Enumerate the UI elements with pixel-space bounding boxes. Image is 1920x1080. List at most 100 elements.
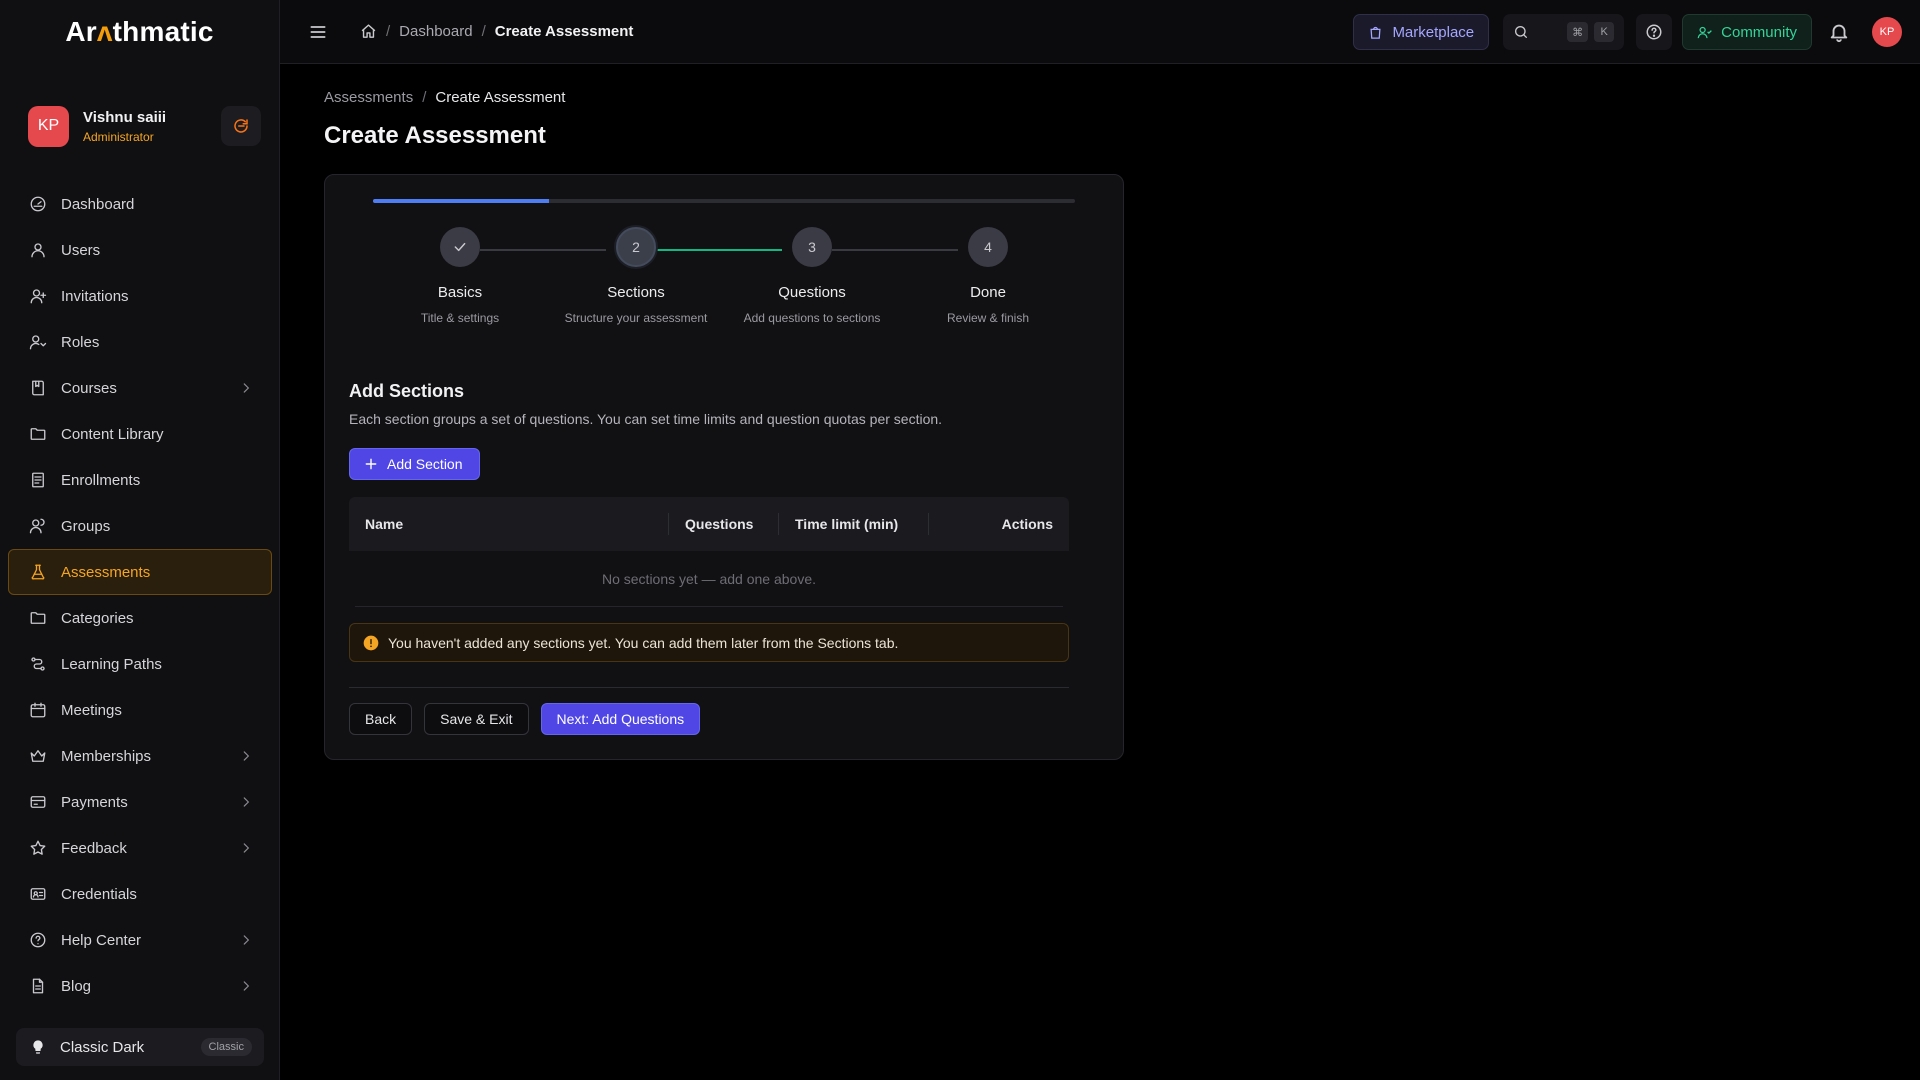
folder-icon bbox=[30, 428, 46, 440]
lightbulb-icon bbox=[33, 1040, 43, 1054]
search-icon bbox=[1515, 26, 1528, 38]
sidebar-item-assessments[interactable]: Assessments bbox=[8, 549, 272, 595]
table-header: Name Questions Time limit (min) Actions bbox=[349, 497, 1069, 551]
sidebar-item-blog[interactable]: Blog bbox=[8, 963, 272, 1009]
column-time-limit: Time limit (min) bbox=[779, 497, 929, 551]
check-icon bbox=[454, 242, 466, 252]
breadcrumb-current: Create Assessment bbox=[494, 23, 634, 40]
step-number: 3 bbox=[792, 227, 832, 267]
user-icon bbox=[31, 243, 45, 258]
page-title: Create Assessment bbox=[324, 122, 546, 149]
sidebar-item-enrollments[interactable]: Enrollments bbox=[8, 457, 272, 503]
step-title: Done bbox=[970, 284, 1006, 301]
sidebar-item-credentials[interactable]: Credentials bbox=[8, 871, 272, 917]
step-title: Basics bbox=[437, 284, 483, 301]
sidebar-item-label: Feedback bbox=[61, 839, 127, 857]
step-title: Questions bbox=[778, 284, 846, 301]
user-avatar[interactable]: KP bbox=[28, 105, 69, 147]
sidebar-item-dashboard[interactable]: Dashboard bbox=[8, 181, 272, 227]
sidebar-item-users[interactable]: Users bbox=[8, 227, 272, 273]
sidebar-item-label: Users bbox=[61, 241, 101, 259]
sidebar-item-label: Invitations bbox=[61, 287, 129, 305]
help-button[interactable] bbox=[1636, 14, 1673, 50]
save-exit-button[interactable]: Save & Exit bbox=[424, 703, 529, 735]
chevron-right-icon[interactable] bbox=[239, 381, 253, 395]
add-section-button[interactable]: Add Section bbox=[349, 448, 480, 480]
step-done[interactable]: 4 Done Review & finish bbox=[900, 227, 1076, 327]
theme-badge: Classic bbox=[200, 1038, 252, 1056]
shortcut-key-k: K bbox=[1594, 22, 1615, 42]
divider bbox=[349, 687, 1069, 688]
sidebar-item-content-library[interactable]: Content Library bbox=[8, 411, 272, 457]
chevron-right-icon[interactable] bbox=[239, 749, 253, 763]
progress-fill bbox=[373, 199, 549, 203]
wizard-card: Basics Title & settings 2 Sections Structure… bbox=[324, 174, 1124, 760]
sidebar-item-label: Dashboard bbox=[61, 195, 135, 213]
menu-icon[interactable] bbox=[308, 22, 328, 42]
section-title: Add Sections bbox=[349, 381, 465, 401]
route-icon bbox=[31, 657, 45, 671]
sidebar-item-label: Groups bbox=[61, 517, 111, 535]
wizard-progress-bar bbox=[373, 199, 1075, 203]
chevron-right-icon[interactable] bbox=[239, 841, 253, 855]
sidebar-item-roles[interactable]: Roles bbox=[8, 319, 272, 365]
sidebar-item-label: Assessments bbox=[61, 563, 151, 581]
help-circle-icon bbox=[1646, 24, 1662, 40]
warning-text: You haven't added any sections yet. You … bbox=[388, 634, 899, 651]
chevron-right-icon[interactable] bbox=[239, 933, 253, 947]
step-sections[interactable]: 2 Sections Structure your assessment bbox=[548, 227, 724, 327]
sidebar-item-memberships[interactable]: Memberships bbox=[8, 733, 272, 779]
sidebar-item-invitations[interactable]: Invitations bbox=[8, 273, 272, 319]
sidebar-item-help-center[interactable]: Help Center bbox=[8, 917, 272, 963]
chevron-right-icon[interactable] bbox=[239, 795, 253, 809]
topbar: / Dashboard / Create Assessment Marketpl… bbox=[280, 0, 1920, 64]
sidebar-item-meetings[interactable]: Meetings bbox=[8, 687, 272, 733]
sidebar-item-feedback[interactable]: Feedback bbox=[8, 825, 272, 871]
user-card: KP Vishnu saiii Administrator bbox=[0, 64, 279, 170]
breadcrumb-assessments[interactable]: Assessments bbox=[324, 89, 413, 106]
app-logo[interactable]: Ar ʌ thmatic bbox=[0, 0, 279, 64]
book-icon bbox=[32, 380, 44, 396]
calendar-icon bbox=[30, 702, 46, 718]
sidebar-nav: Dashboard Users Invitations Roles Courses Con… bbox=[8, 181, 272, 1009]
chevron-right-icon[interactable] bbox=[239, 979, 253, 993]
community-button[interactable]: Community bbox=[1682, 14, 1812, 50]
next-button[interactable]: Next: Add Questions bbox=[540, 703, 701, 735]
step-subtitle: Title & settings bbox=[420, 311, 500, 325]
sidebar-item-courses[interactable]: Courses bbox=[8, 365, 272, 411]
breadcrumb-dashboard[interactable]: Dashboard bbox=[399, 23, 472, 40]
sidebar-item-categories[interactable]: Categories bbox=[8, 595, 272, 641]
dashboard-icon bbox=[30, 196, 46, 212]
sidebar-item-label: Credentials bbox=[61, 885, 137, 903]
roles-icon bbox=[29, 335, 47, 350]
step-questions[interactable]: 3 Questions Add questions to sections bbox=[724, 227, 900, 327]
step-basics[interactable]: Basics Title & settings bbox=[372, 227, 548, 327]
sidebar-item-groups[interactable]: Groups bbox=[8, 503, 272, 549]
switch-account-button[interactable] bbox=[221, 106, 261, 146]
sidebar-item-label: Enrollments bbox=[61, 471, 141, 489]
user-role: Administrator bbox=[83, 129, 154, 144]
search-button[interactable]: ⌘ K bbox=[1503, 14, 1625, 50]
sidebar-item-label: Help Center bbox=[61, 931, 142, 949]
empty-state: No sections yet — add one above. bbox=[355, 551, 1063, 607]
sidebar-item-payments[interactable]: Payments bbox=[8, 779, 272, 825]
back-button[interactable]: Back bbox=[349, 703, 413, 735]
flask-icon bbox=[31, 564, 45, 580]
home-icon[interactable] bbox=[360, 23, 377, 40]
step-done-indicator bbox=[440, 227, 480, 267]
breadcrumb-current: Create Assessment bbox=[435, 89, 566, 106]
sidebar-item-label: Roles bbox=[61, 333, 100, 351]
user-name: Vishnu saiii bbox=[83, 108, 167, 126]
section-description: Each section groups a set of questions. … bbox=[349, 411, 943, 427]
refresh-icon bbox=[234, 119, 248, 133]
marketplace-button[interactable]: Marketplace bbox=[1353, 14, 1490, 50]
sidebar-item-learning-paths[interactable]: Learning Paths bbox=[8, 641, 272, 687]
page-breadcrumb: Assessments / Create Assessment bbox=[324, 89, 566, 106]
bell-icon[interactable] bbox=[1828, 21, 1850, 43]
theme-switcher[interactable]: Classic Dark Classic bbox=[16, 1028, 264, 1066]
sections-table: Name Questions Time limit (min) Actions … bbox=[349, 497, 1069, 607]
help-circle-icon bbox=[30, 932, 46, 948]
wizard-actions: Back Save & Exit Next: Add Questions bbox=[349, 703, 712, 735]
topbar-avatar[interactable]: KP bbox=[1872, 17, 1902, 47]
id-card-icon bbox=[30, 888, 46, 900]
